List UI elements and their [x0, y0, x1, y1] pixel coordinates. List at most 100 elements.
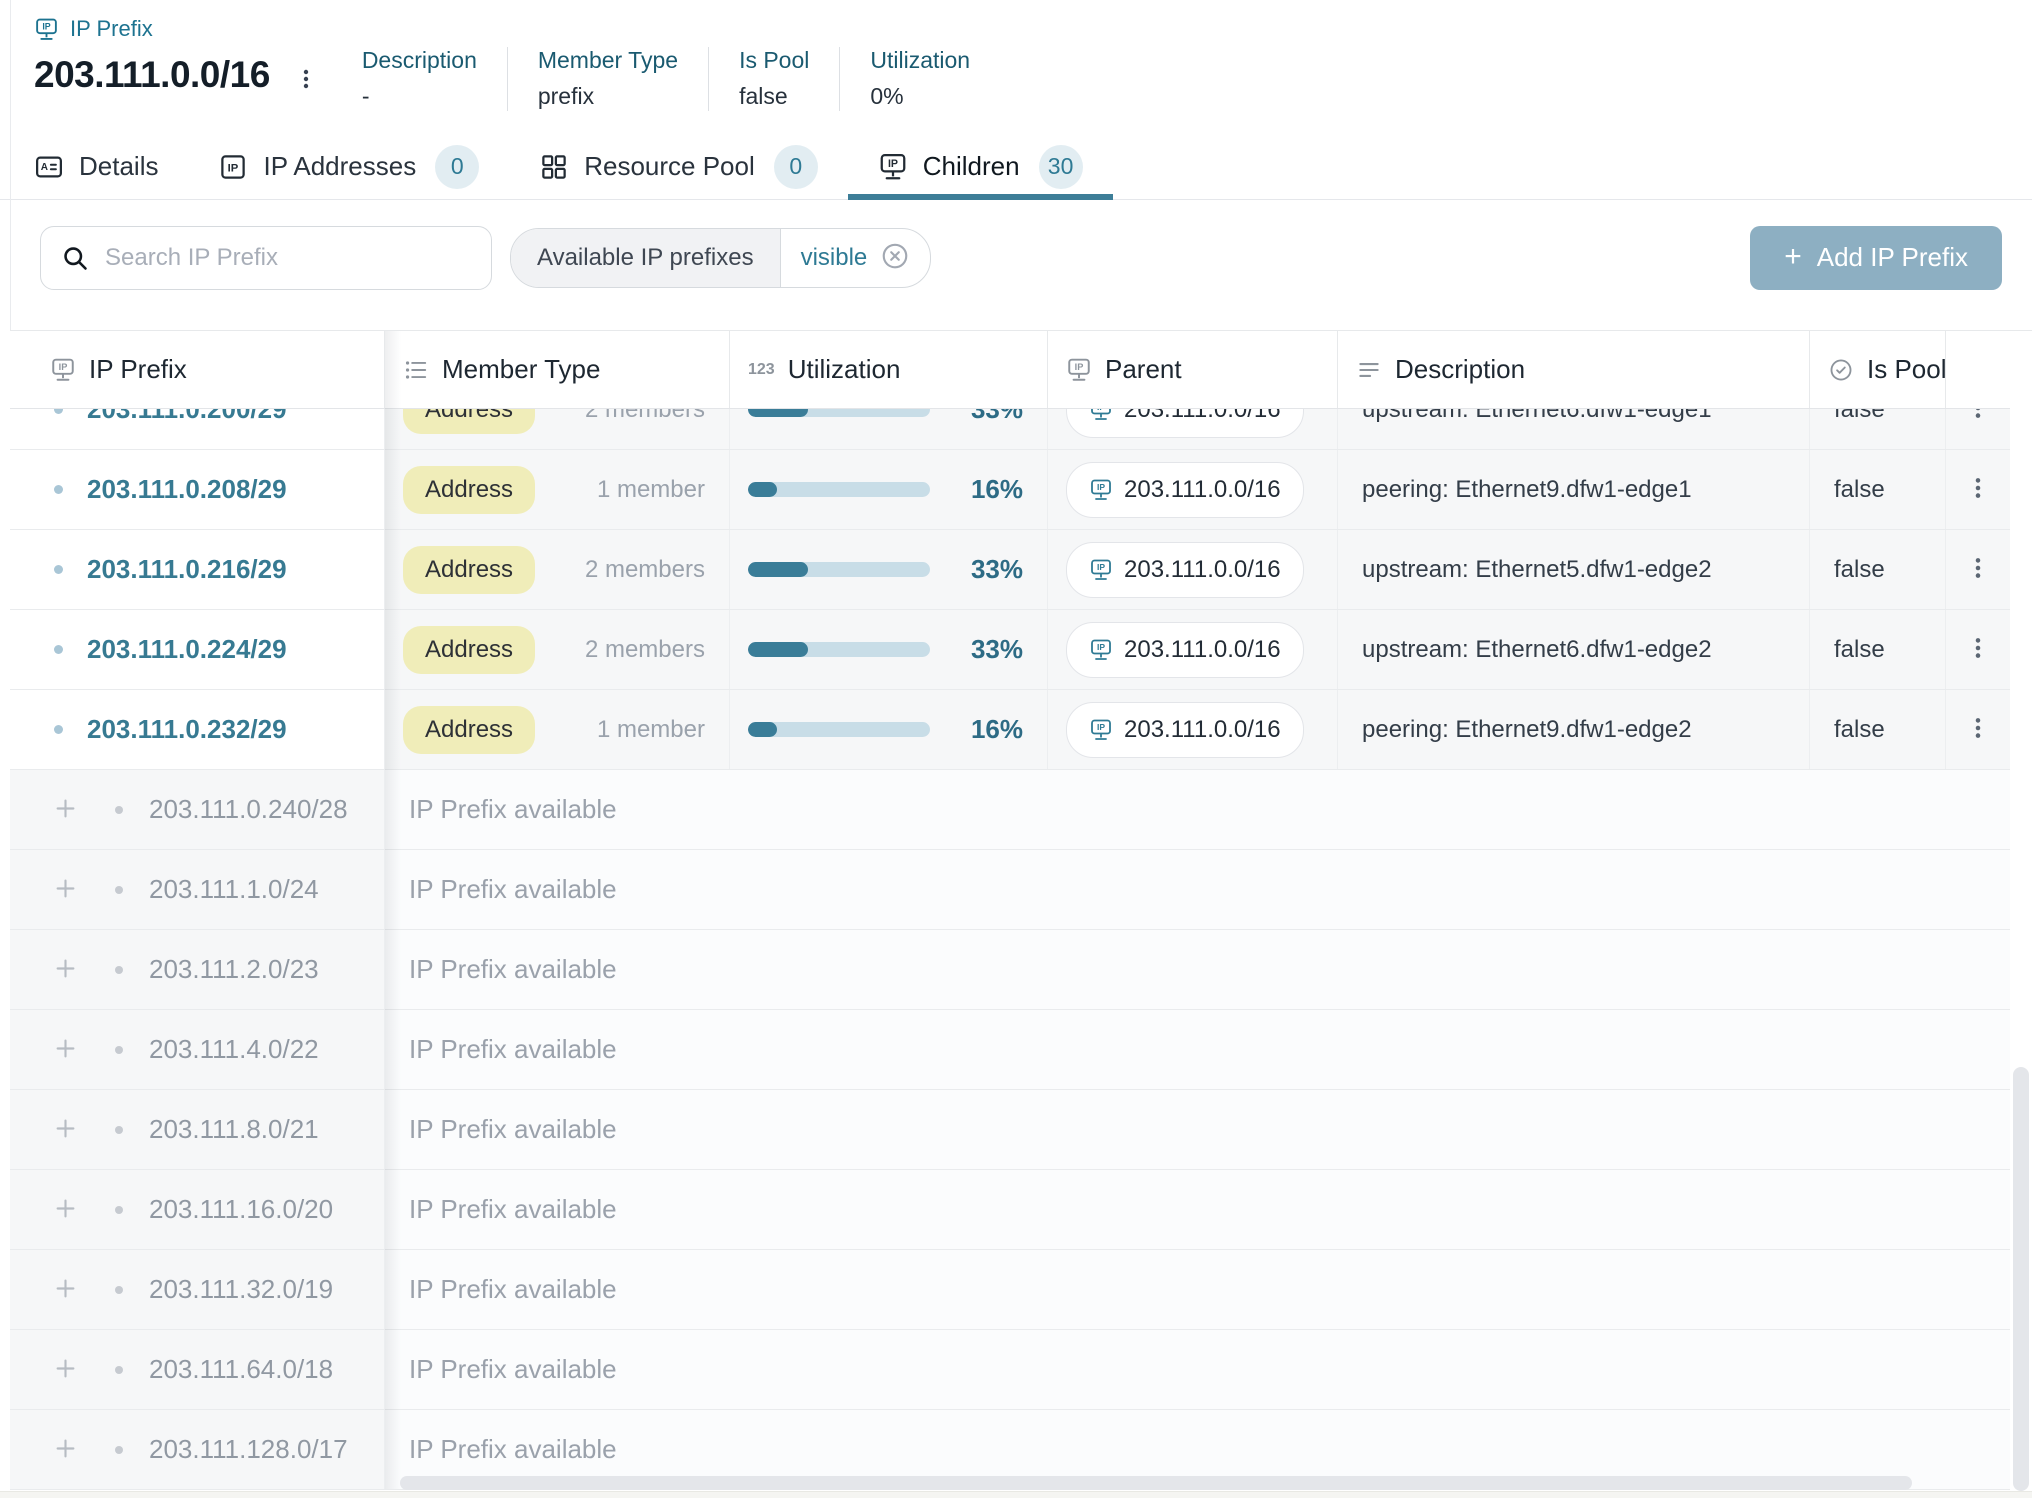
- member-count: 2 members: [585, 409, 705, 424]
- row-actions-button[interactable]: [1959, 469, 1997, 510]
- row-actions-button[interactable]: [1959, 409, 1997, 430]
- add-available-prefix-button[interactable]: [52, 1435, 79, 1465]
- meta-value: 0%: [870, 83, 970, 111]
- available-note: IP Prefix available: [385, 850, 2010, 929]
- search-input[interactable]: [103, 243, 471, 273]
- vertical-scrollbar[interactable]: [2010, 331, 2032, 1489]
- filter-chip-value: visible: [801, 244, 868, 272]
- available-prefix-row[interactable]: 203.111.1.0/24 IP Prefix available: [10, 850, 2010, 930]
- title-kebab-menu-button[interactable]: [294, 67, 318, 94]
- prefix-link[interactable]: 203.111.0.232/29: [87, 714, 287, 745]
- table-body: 203.111.0.200/29 Address 2 members 33% I…: [10, 409, 2010, 1490]
- search-box[interactable]: [40, 226, 492, 290]
- add-available-prefix-button[interactable]: [52, 1355, 79, 1385]
- plus-icon: [52, 1355, 79, 1385]
- available-prefix-label: 203.111.4.0/22: [149, 1034, 319, 1065]
- available-prefix-label: 203.111.64.0/18: [149, 1354, 333, 1385]
- tab-details[interactable]: A Details: [30, 135, 188, 199]
- available-prefix-row[interactable]: 203.111.32.0/19 IP Prefix available: [10, 1250, 2010, 1330]
- bullet-icon: [115, 1446, 123, 1454]
- add-available-prefix-button[interactable]: [52, 1035, 79, 1065]
- prefix-link[interactable]: 203.111.0.224/29: [87, 634, 287, 665]
- id-card-icon: A: [34, 152, 64, 182]
- available-prefix-row[interactable]: 203.111.64.0/18 IP Prefix available: [10, 1330, 2010, 1410]
- parent-prefix-chip[interactable]: IP 203.111.0.0/16: [1066, 702, 1304, 758]
- parent-prefix-chip[interactable]: IP 203.111.0.0/16: [1066, 622, 1304, 678]
- prefix-table-row[interactable]: 203.111.0.216/29 Address 2 members 33% I…: [10, 530, 2010, 610]
- add-available-prefix-button[interactable]: [52, 1115, 79, 1145]
- horizontal-scrollbar-thumb[interactable]: [400, 1476, 1912, 1490]
- prefix-table-row[interactable]: 203.111.0.224/29 Address 2 members 33% I…: [10, 610, 2010, 690]
- column-header-actions: [1946, 331, 2010, 408]
- column-header-is_pool[interactable]: Is Pool: [1810, 331, 1946, 408]
- row-actions-button[interactable]: [1959, 549, 1997, 590]
- prefix-link[interactable]: 203.111.0.216/29: [87, 554, 287, 585]
- prefix-link[interactable]: 203.111.0.200/29: [87, 409, 287, 425]
- is-pool-cell: false: [1810, 530, 1946, 609]
- ip-network-icon: IP: [34, 17, 59, 42]
- add-available-prefix-button[interactable]: [52, 1275, 79, 1305]
- column-header-description[interactable]: Description: [1338, 331, 1810, 408]
- parent-prefix-chip[interactable]: IP 203.111.0.0/16: [1066, 462, 1304, 518]
- add-available-prefix-button[interactable]: [52, 875, 79, 905]
- available-prefix-label: 203.111.0.240/28: [149, 794, 348, 825]
- is-pool-cell: false: [1810, 450, 1946, 529]
- description-cell: upstream: Ethernet5.dfw1-edge2: [1338, 530, 1810, 609]
- prefix-table-row[interactable]: 203.111.0.200/29 Address 2 members 33% I…: [10, 409, 2010, 450]
- parent-prefix-label: 203.111.0.0/16: [1124, 409, 1281, 424]
- plus-icon: [52, 1435, 79, 1465]
- column-header-label: Is Pool: [1867, 354, 1946, 385]
- tab-bar: A Details IP IP Addresses 0 Resource Poo…: [0, 135, 2032, 200]
- prefix-table-row[interactable]: 203.111.0.232/29 Address 1 member 16% IP…: [10, 690, 2010, 770]
- ip-square-icon: IP: [218, 152, 248, 182]
- meta-label: Description: [362, 47, 477, 75]
- tab-children[interactable]: IP Children 30: [848, 135, 1113, 199]
- table-header-row: IP IP Prefix Member Type 123 Utilization…: [10, 331, 2010, 409]
- available-prefix-row[interactable]: 203.111.16.0/20 IP Prefix available: [10, 1170, 2010, 1250]
- available-prefix-row[interactable]: 203.111.8.0/21 IP Prefix available: [10, 1090, 2010, 1170]
- column-header-utilization[interactable]: 123 Utilization: [730, 331, 1048, 408]
- row-actions-button[interactable]: [1959, 709, 1997, 750]
- tab-label: Details: [79, 151, 158, 182]
- bullet-icon: [115, 1206, 123, 1214]
- vertical-scrollbar-thumb[interactable]: [2013, 1067, 2029, 1491]
- column-header-prefix[interactable]: IP IP Prefix: [10, 331, 385, 408]
- utilization-progress-fill: [748, 482, 777, 497]
- text-lines-icon: [1356, 357, 1382, 383]
- column-header-label: IP Prefix: [89, 354, 187, 385]
- add-ip-prefix-button[interactable]: + Add IP Prefix: [1750, 226, 2002, 290]
- add-available-prefix-button[interactable]: [52, 955, 79, 985]
- available-prefix-label: 203.111.128.0/17: [149, 1434, 348, 1465]
- available-prefix-row[interactable]: 203.111.0.240/28 IP Prefix available: [10, 770, 2010, 850]
- parent-prefix-chip[interactable]: IP 203.111.0.0/16: [1066, 409, 1304, 438]
- utilization-percent: 33%: [971, 634, 1023, 665]
- tab-resource-pool[interactable]: Resource Pool 0: [509, 135, 848, 199]
- available-prefix-row[interactable]: 203.111.4.0/22 IP Prefix available: [10, 1010, 2010, 1090]
- bottom-edge: [0, 1491, 2032, 1498]
- add-available-prefix-button[interactable]: [52, 1195, 79, 1225]
- toolbar: Available IP prefixes visible + Add IP P…: [40, 226, 2002, 290]
- meta-value: false: [739, 83, 809, 111]
- available-note: IP Prefix available: [385, 1010, 2010, 1089]
- available-prefix-label: 203.111.1.0/24: [149, 874, 319, 905]
- row-actions-button[interactable]: [1959, 629, 1997, 670]
- add-available-prefix-button[interactable]: [52, 795, 79, 825]
- available-prefix-row[interactable]: 203.111.2.0/23 IP Prefix available: [10, 930, 2010, 1010]
- tab-count-badge: 30: [1039, 145, 1083, 189]
- tab-count-badge: 0: [774, 145, 818, 189]
- filter-chip-remove-button[interactable]: [880, 241, 910, 274]
- kebab-icon: [1965, 715, 1991, 744]
- header-meta-item: Member Type prefix: [507, 47, 708, 111]
- tab-ip-addresses[interactable]: IP IP Addresses 0: [188, 135, 509, 199]
- column-header-member_type[interactable]: Member Type: [385, 331, 730, 408]
- column-header-parent[interactable]: IP Parent: [1048, 331, 1338, 408]
- plus-icon: [52, 955, 79, 985]
- prefix-link[interactable]: 203.111.0.208/29: [87, 474, 287, 505]
- parent-prefix-chip[interactable]: IP 203.111.0.0/16: [1066, 542, 1304, 598]
- ip-network-icon: IP: [1089, 558, 1113, 582]
- breadcrumb[interactable]: IP IP Prefix: [34, 16, 153, 42]
- header-meta-item: Is Pool false: [708, 47, 839, 111]
- available-prefix-label: 203.111.32.0/19: [149, 1274, 333, 1305]
- svg-text:IP: IP: [888, 158, 898, 170]
- prefix-table-row[interactable]: 203.111.0.208/29 Address 1 member 16% IP…: [10, 450, 2010, 530]
